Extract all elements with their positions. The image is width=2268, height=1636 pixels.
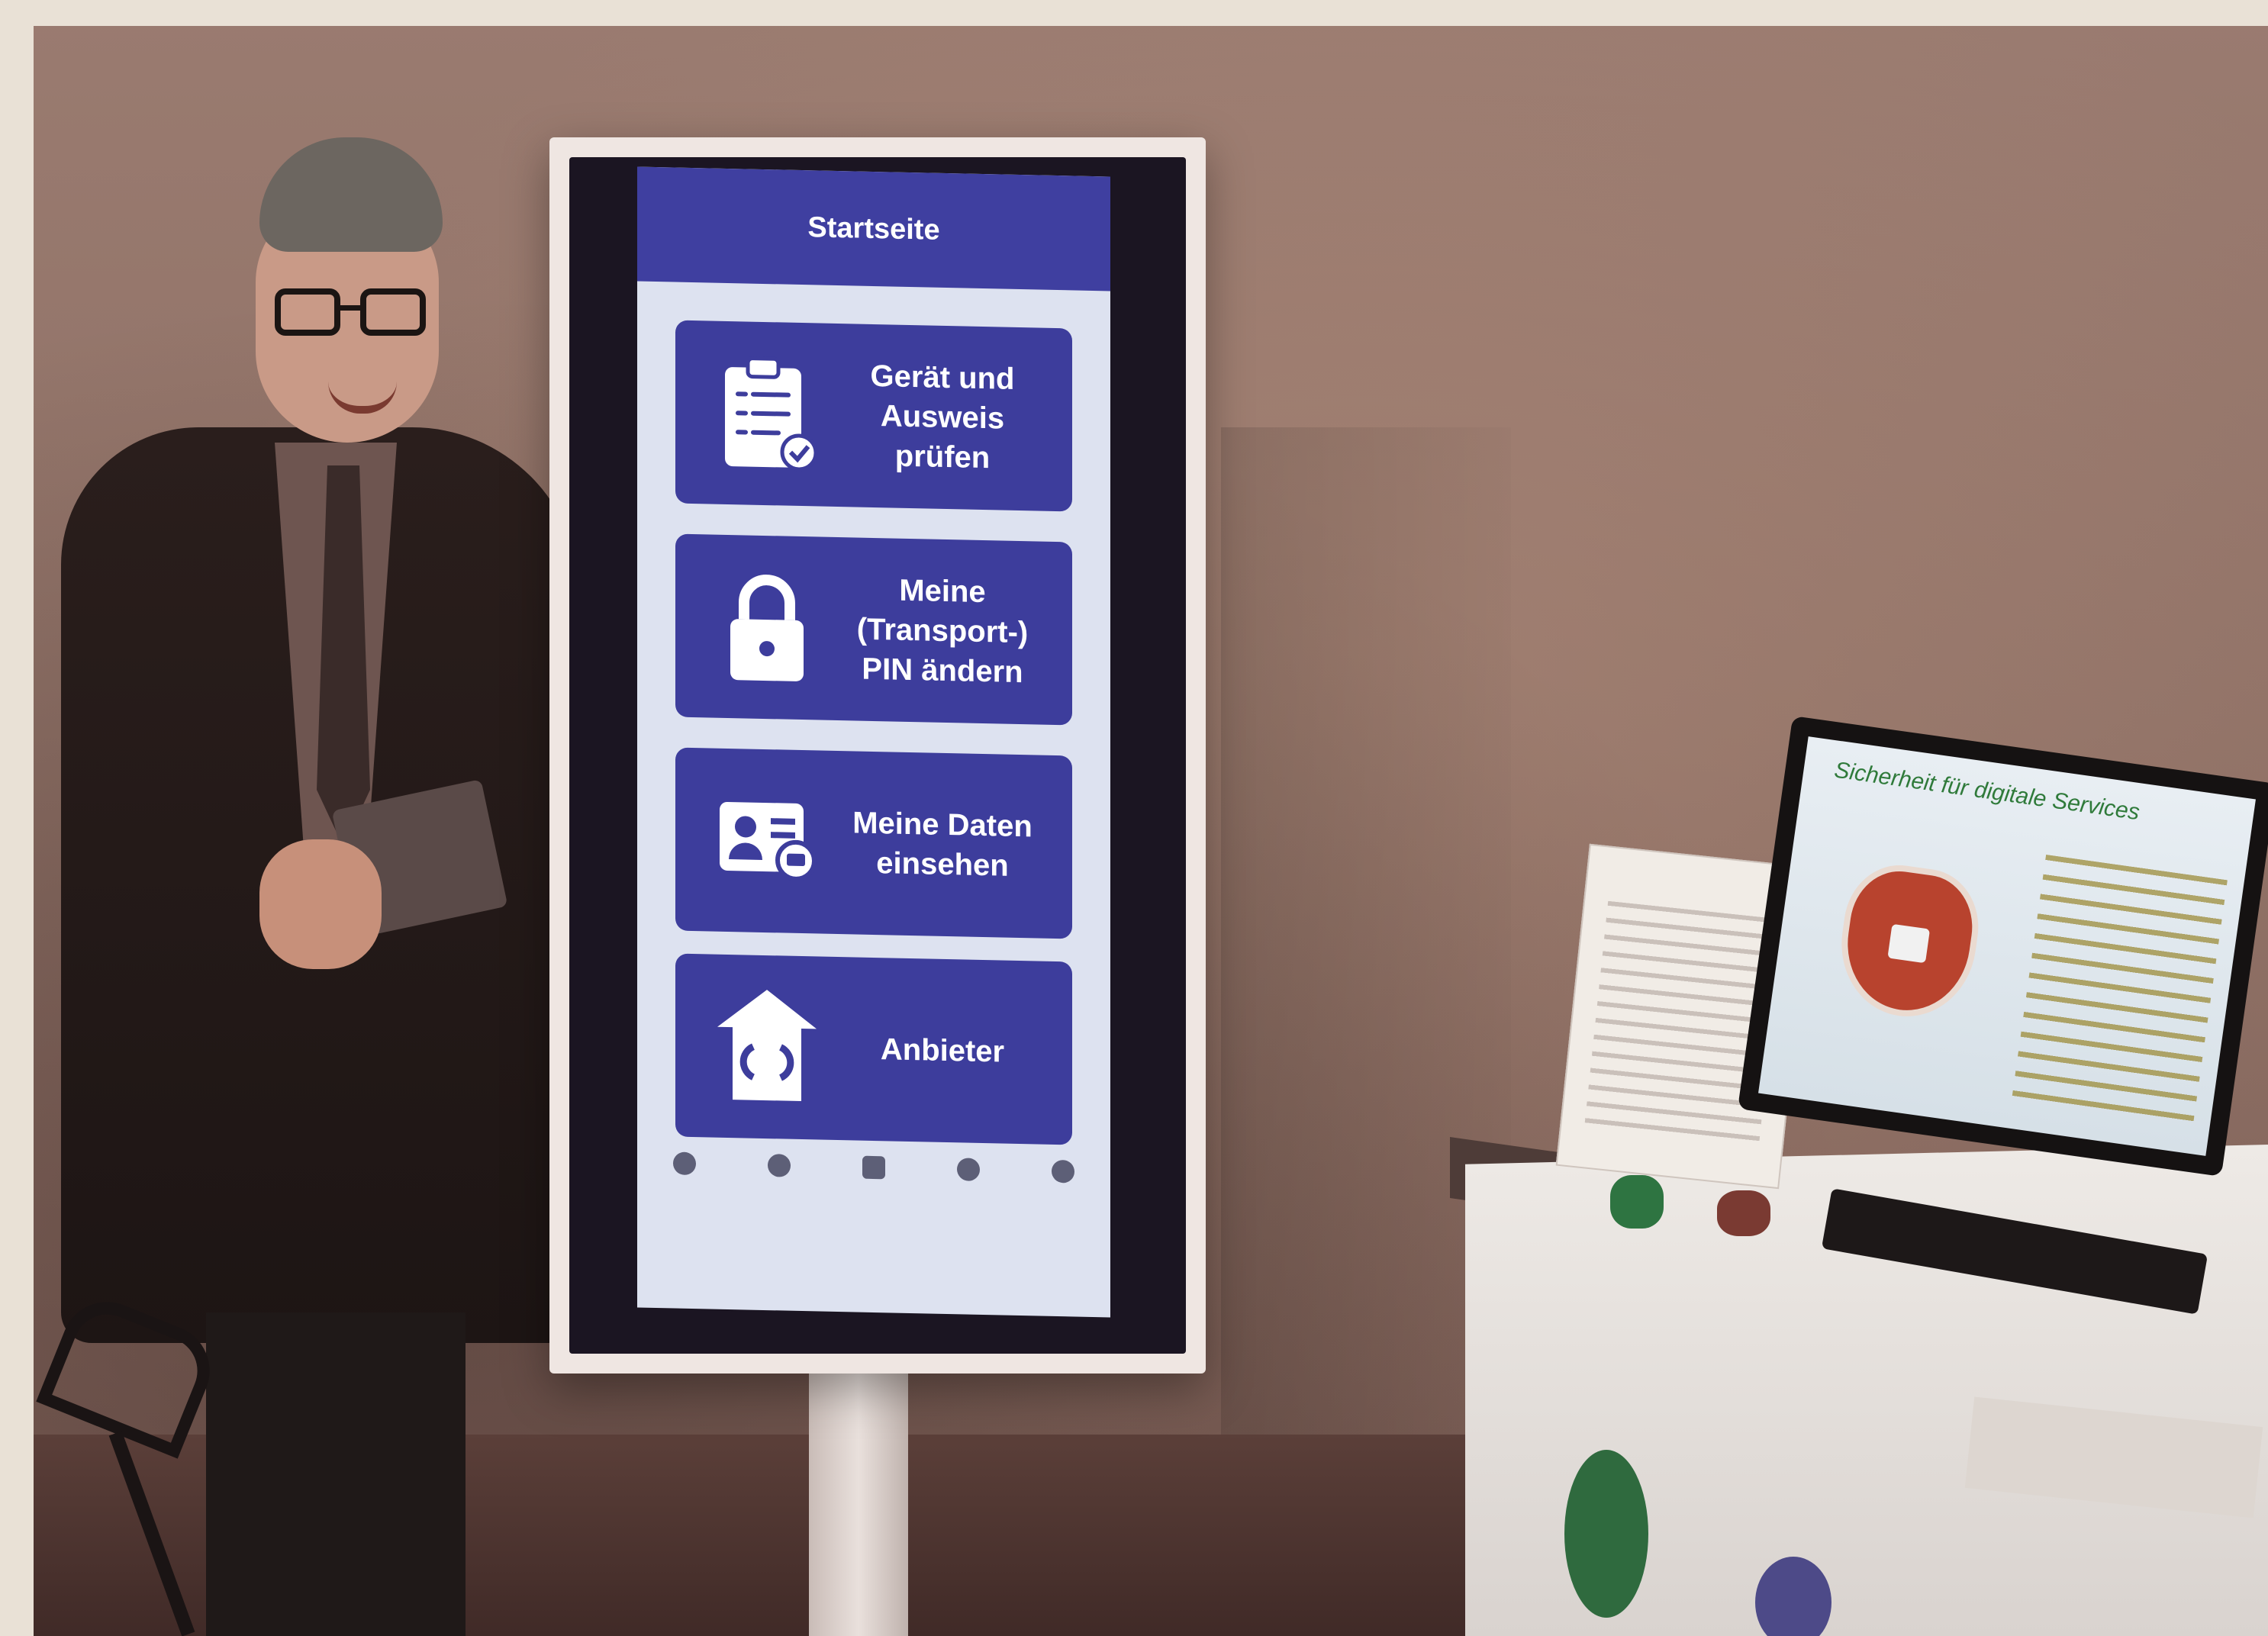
provider-house-icon <box>717 990 817 1102</box>
green-figurine <box>1610 1175 1664 1229</box>
nav-more[interactable] <box>1021 1159 1105 1191</box>
wallet-icon <box>768 1154 791 1177</box>
monitor: Sicherheit für digitale Services <box>1737 715 2268 1177</box>
clipboard-check-icon <box>725 356 818 472</box>
monitor-screen: Sicherheit für digitale Services <box>1758 736 2256 1156</box>
tile-label: Meine (Transport-) PIN ändern <box>856 573 1029 690</box>
nav-phone[interactable] <box>832 1155 916 1187</box>
red-figurine <box>1717 1190 1770 1236</box>
kiosk-screen: Startseite Gerät und Ausweis prüfen Mein… <box>637 166 1110 1318</box>
photo-scene: Startseite Gerät und Ausweis prüfen Mein… <box>0 0 2268 1636</box>
nav-home[interactable] <box>643 1151 726 1184</box>
tile-label: Gerät und Ausweis prüfen <box>870 359 1015 475</box>
padlock-icon <box>730 575 804 681</box>
decor-green-dot <box>1564 1450 1648 1618</box>
print-edge-left <box>0 0 34 1636</box>
home-icon <box>673 1151 696 1176</box>
bottom-navigation <box>637 1136 1110 1299</box>
presenter-left-hand <box>259 839 382 969</box>
page-title: Startseite <box>807 211 940 246</box>
tile-view-my-data[interactable]: Meine Daten einsehen <box>675 747 1072 939</box>
chair <box>36 1288 252 1636</box>
presenter-glasses <box>275 288 427 342</box>
tile-label: Meine Daten einsehen <box>852 806 1033 883</box>
presenter-hair <box>259 137 443 252</box>
kiosk-stand <box>809 1366 908 1636</box>
app-header: Startseite <box>637 166 1110 291</box>
tile-label: Anbieter <box>880 1032 1005 1069</box>
print-edge-top <box>0 0 2268 26</box>
phone-icon <box>862 1155 885 1180</box>
info-icon <box>957 1158 980 1181</box>
more-icon <box>1052 1159 1074 1184</box>
id-card-icon <box>720 801 817 881</box>
tile-check-device-id[interactable]: Gerät und Ausweis prüfen <box>675 320 1072 512</box>
monitor-title: Sicherheit für digitale Services <box>1832 757 2141 826</box>
tile-providers[interactable]: Anbieter <box>675 953 1072 1145</box>
nav-info[interactable] <box>926 1157 1010 1189</box>
nav-wallet[interactable] <box>737 1153 821 1185</box>
shield-lock-icon <box>1831 858 1986 1026</box>
monitor-text-lines <box>2012 854 2228 1122</box>
tile-change-pin[interactable]: Meine (Transport-) PIN ändern <box>675 533 1072 726</box>
